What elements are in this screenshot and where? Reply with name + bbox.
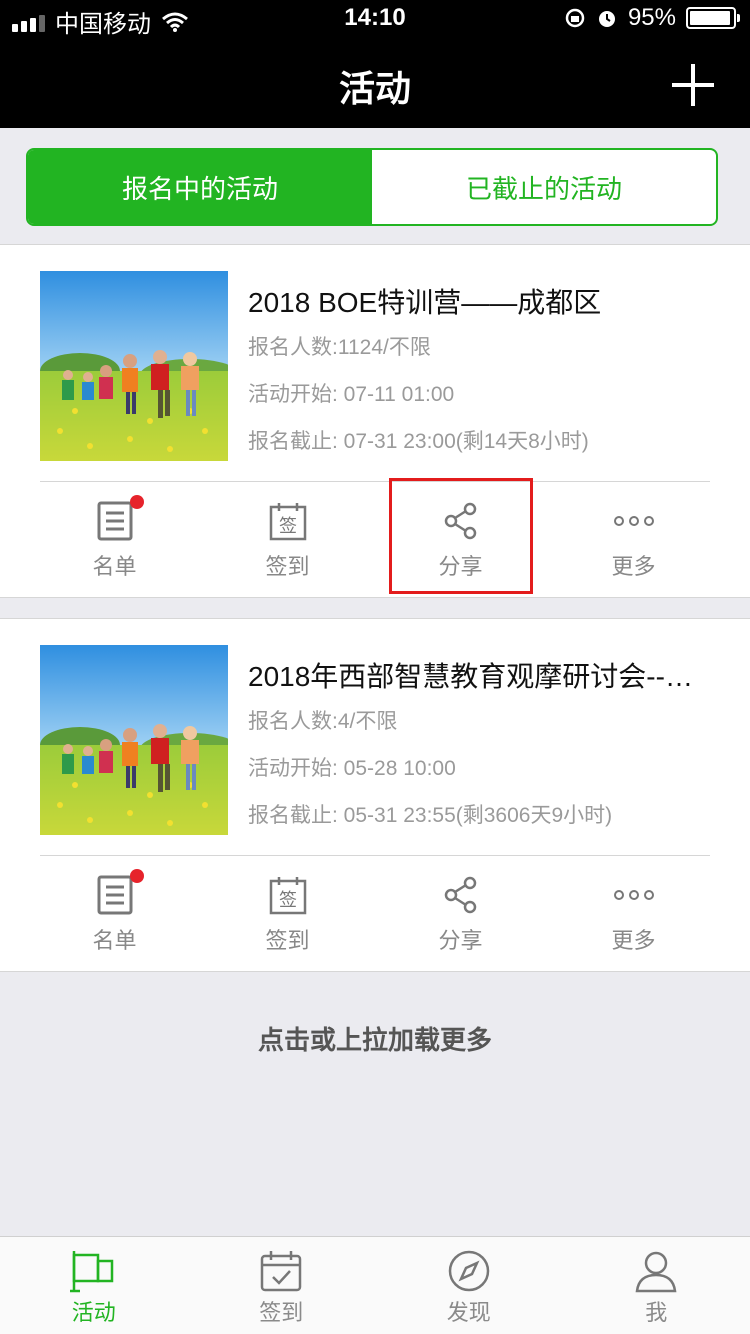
activity-card[interactable]: 2018年西部智慧教育观摩研讨会--成都 报名人数:4/不限 活动开始: 05-… <box>0 618 750 972</box>
share-label: 分享 <box>438 928 483 953</box>
start-time: 活动开始: 05-28 10:00 <box>248 757 456 780</box>
tab-label: 发现 <box>446 1300 491 1325</box>
share-button[interactable]: 分享 <box>374 863 547 967</box>
tab-discover[interactable]: 发现 <box>375 1237 563 1334</box>
battery-percent: 95% <box>627 4 676 31</box>
tab-open-activities[interactable]: 报名中的活动 <box>28 150 372 224</box>
list-button[interactable]: 名单 <box>28 489 201 593</box>
tab-activities[interactable]: 活动 <box>0 1237 188 1334</box>
list-button[interactable]: 名单 <box>28 863 201 967</box>
activity-status-segment: 报名中的活动 已截止的活动 <box>26 148 718 226</box>
status-bar: 中国移动 14:10 95% <box>0 0 750 40</box>
tab-label: 活动 <box>71 1300 116 1325</box>
tab-label: 签到 <box>259 1300 304 1325</box>
share-icon <box>444 876 476 914</box>
activity-thumbnail[interactable] <box>40 271 228 461</box>
card-divider <box>40 855 710 856</box>
more-dots-icon <box>613 890 654 900</box>
add-activity-button[interactable] <box>672 64 714 106</box>
person-icon <box>635 1251 677 1293</box>
notification-dot <box>130 495 144 509</box>
rotation-lock-icon <box>565 8 585 28</box>
compass-icon <box>448 1250 489 1292</box>
activity-actions: 名单 签 签到 分享 更多 <box>28 863 720 967</box>
svg-text:签: 签 <box>279 516 297 537</box>
calendar-check-icon <box>261 1251 302 1292</box>
checkin-label: 签到 <box>265 554 310 579</box>
more-button[interactable]: 更多 <box>547 489 720 593</box>
list-label: 名单 <box>92 928 137 953</box>
share-highlight-box <box>389 478 533 594</box>
list-label: 名单 <box>92 554 137 579</box>
svg-text:签: 签 <box>279 890 297 911</box>
more-dots-icon <box>613 516 654 526</box>
checkin-sign-icon: 签 <box>269 503 306 541</box>
load-more-button[interactable]: 点击或上拉加载更多 <box>0 1020 750 1057</box>
tab-me[interactable]: 我 <box>563 1237 750 1334</box>
more-label: 更多 <box>611 928 656 953</box>
tab-checkin[interactable]: 签到 <box>188 1237 376 1334</box>
signup-deadline: 报名截止: 05-31 23:55(剩3606天9小时) <box>248 804 613 827</box>
alarm-icon <box>598 11 615 27</box>
activity-actions: 名单 签 签到 分享 更多 <box>28 489 720 593</box>
activity-thumbnail[interactable] <box>40 645 228 835</box>
list-doc-icon <box>97 875 132 915</box>
start-time: 活动开始: 07-11 01:00 <box>248 383 455 406</box>
signup-count: 报名人数:4/不限 <box>248 710 398 733</box>
activity-card[interactable]: 2018 BOE特训营——成都区 报名人数:1124/不限 活动开始: 07-1… <box>0 244 750 598</box>
checkin-label: 签到 <box>265 928 310 953</box>
list-doc-icon <box>97 501 132 541</box>
notification-dot <box>130 869 144 883</box>
signup-deadline: 报名截止: 07-31 23:00(剩14天8小时) <box>248 430 589 453</box>
top-bar: 中国移动 14:10 95% 活动 <box>0 0 750 128</box>
tab-closed-activities[interactable]: 已截止的活动 <box>372 150 716 224</box>
more-button[interactable]: 更多 <box>547 863 720 967</box>
checkin-sign-icon: 签 <box>269 877 306 915</box>
checkin-button[interactable]: 签 签到 <box>201 489 374 593</box>
card-divider <box>40 481 710 482</box>
signup-count: 报名人数:1124/不限 <box>248 336 431 359</box>
activity-title[interactable]: 2018年西部智慧教育观摩研讨会--成都 <box>248 655 718 691</box>
battery-icon <box>686 7 740 29</box>
page-title: 活动 <box>338 68 411 109</box>
bottom-tab-bar: 活动 签到 发现 我 <box>0 1236 750 1334</box>
flag-icon <box>69 1251 113 1293</box>
checkin-button[interactable]: 签 签到 <box>201 863 374 967</box>
tab-label: 我 <box>645 1300 668 1325</box>
more-label: 更多 <box>611 554 656 579</box>
activity-title[interactable]: 2018 BOE特训营——成都区 <box>248 281 718 317</box>
